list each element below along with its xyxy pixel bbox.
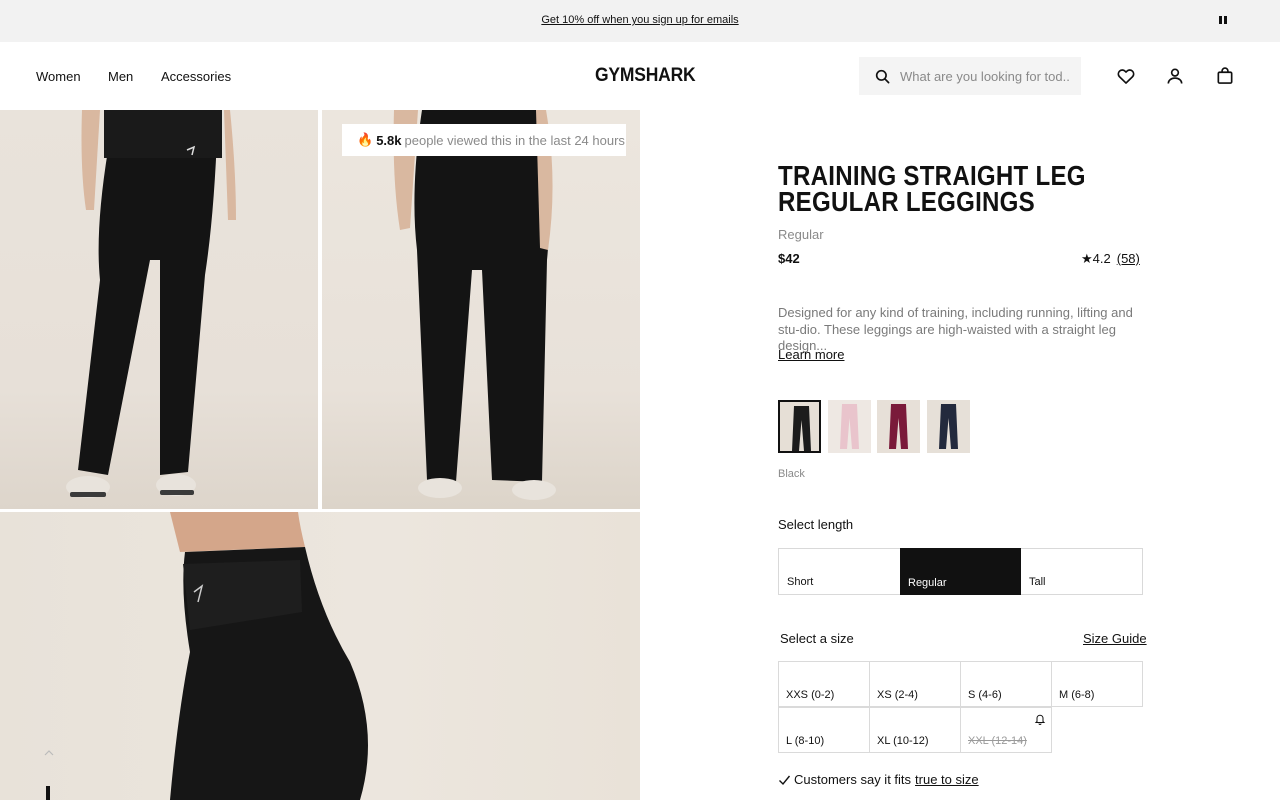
swatch-pink[interactable] (828, 400, 871, 453)
swatch-black-thumbnail (780, 402, 819, 451)
swatch-navy-thumbnail (927, 400, 970, 453)
pause-icon (1219, 16, 1222, 24)
pause-promo-button[interactable] (1219, 15, 1229, 26)
size-option-m[interactable]: M (6-8) (1051, 661, 1143, 707)
length-label: Select length (778, 517, 854, 532)
learn-more-link[interactable]: Learn more (778, 347, 844, 362)
length-option-regular[interactable]: Regular (900, 548, 1021, 595)
size-option-xs[interactable]: XS (2-4) (869, 661, 961, 707)
viewed-count: 5.8k (376, 132, 402, 148)
swatch-black[interactable] (778, 400, 821, 453)
product-image-side[interactable] (0, 512, 640, 800)
length-selector: Short Regular Tall (778, 548, 1143, 595)
nav-accessories[interactable]: Accessories (161, 69, 231, 84)
length-option-short[interactable]: Short (779, 549, 900, 594)
length-option-tall[interactable]: Tall (1021, 549, 1142, 594)
swatch-burgundy-thumbnail (877, 400, 920, 453)
promo-link[interactable]: Get 10% off when you sign up for emails (0, 14, 1280, 26)
size-option-xxl[interactable]: XXL (12-14) (960, 707, 1052, 753)
size-guide-link[interactable]: Size Guide (1083, 631, 1147, 646)
swatch-pink-thumbnail (828, 400, 871, 453)
size-option-xxs[interactable]: XXS (0-2) (778, 661, 870, 707)
leggings-front-illustration (66, 110, 236, 498)
product-rating: ★4.2 (58) (1081, 251, 1140, 267)
leggings-side-illustration (170, 512, 368, 800)
search-icon (875, 69, 890, 83)
size-option-xl[interactable]: XL (10-12) (869, 707, 961, 753)
site-header: Women Men Accessories GYMSHARK (0, 42, 1280, 110)
brand-logo[interactable]: GYMSHARK (595, 65, 696, 87)
size-option-l[interactable]: L (8-10) (778, 707, 870, 753)
promo-bar: Get 10% off when you sign up for emails (0, 0, 1280, 42)
nav-men[interactable]: Men (108, 69, 133, 84)
gallery-scroll-indicator[interactable] (46, 786, 50, 800)
review-count-link[interactable]: (58) (1117, 251, 1140, 266)
product-image-back[interactable] (322, 110, 640, 509)
leggings-back-illustration (393, 110, 556, 500)
heart-icon[interactable] (1116, 66, 1136, 86)
rating-value: ★4.2 (1081, 251, 1111, 266)
size-label: Select a size (780, 631, 854, 646)
fit-note-text: Customers say it fits (794, 772, 912, 787)
product-fit-subtitle: Regular (778, 227, 824, 242)
viewed-text: people viewed this in the last 24 hours (404, 132, 625, 148)
product-title: Training Straight Leg Regular Leggings (778, 160, 1086, 217)
true-to-size-link[interactable]: true to size (915, 772, 979, 787)
check-icon (779, 775, 791, 785)
bag-icon[interactable] (1215, 66, 1235, 86)
search-bar[interactable] (859, 57, 1081, 95)
swatch-navy[interactable] (927, 400, 970, 453)
account-icon[interactable] (1165, 66, 1185, 86)
notify-bell-icon[interactable] (1034, 713, 1046, 725)
gallery-scroll-up-icon[interactable] (43, 748, 55, 758)
product-image-front[interactable] (0, 110, 318, 509)
selected-colour-name: Black (778, 468, 805, 480)
size-option-s[interactable]: S (4-6) (960, 661, 1052, 707)
fit-note: Customers say it fits true to size (778, 772, 979, 787)
product-price: $42 (778, 251, 800, 266)
search-input[interactable] (900, 68, 1070, 84)
viewed-count-badge: 🔥 5.8k people viewed this in the last 24… (342, 124, 626, 156)
nav-women[interactable]: Women (36, 69, 81, 84)
fire-icon: 🔥 (357, 132, 374, 147)
swatch-burgundy[interactable] (877, 400, 920, 453)
